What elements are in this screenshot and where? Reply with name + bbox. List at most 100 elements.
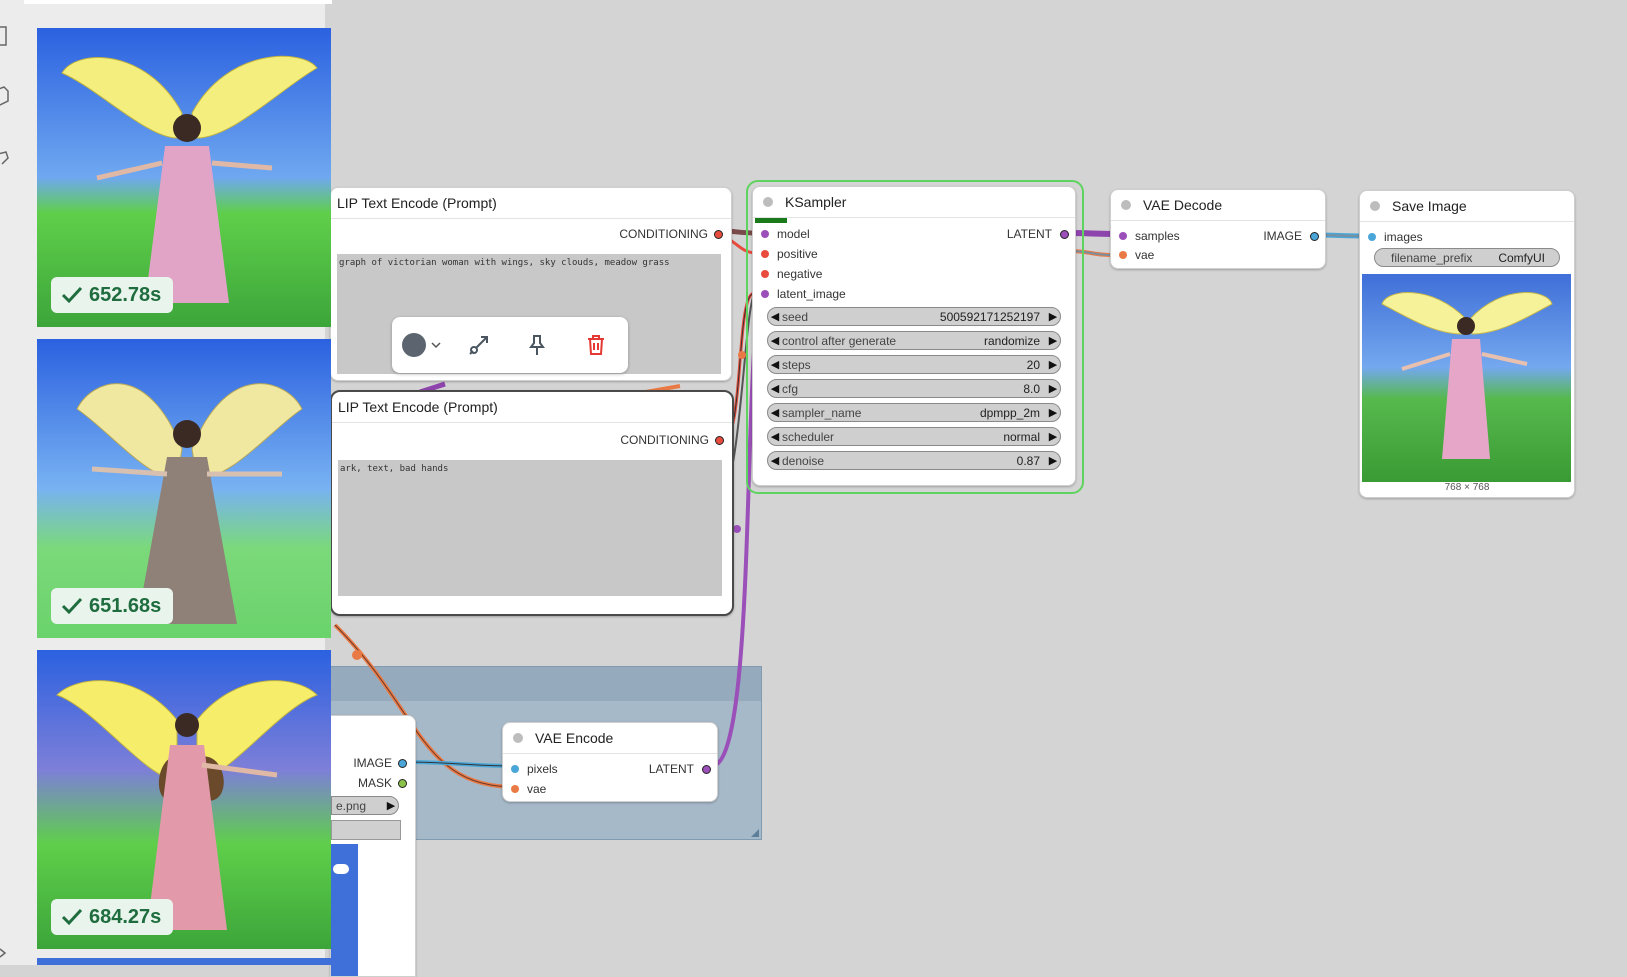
- checkmark-icon: [61, 286, 83, 304]
- steps-widget[interactable]: ◀ steps 20 ▶: [767, 355, 1061, 374]
- positive-input-slot[interactable]: [761, 250, 769, 258]
- color-picker-icon: [402, 333, 426, 357]
- widget-label: scheduler: [782, 429, 835, 444]
- increment-arrow-icon[interactable]: ▶: [1046, 334, 1060, 347]
- conditioning-output-slot[interactable]: [714, 229, 723, 239]
- increment-arrow-icon[interactable]: ▶: [1046, 406, 1060, 419]
- queue-item[interactable]: 652.78s: [37, 28, 331, 327]
- widget-value: ComfyUI: [1498, 250, 1545, 265]
- delete-icon: [588, 335, 604, 355]
- widget-value: 500592171252197: [939, 309, 1040, 324]
- upload-button[interactable]: [331, 820, 401, 840]
- decrement-arrow-icon[interactable]: ◀: [768, 334, 782, 347]
- pin-button[interactable]: [523, 331, 551, 359]
- node-title: Save Image: [1392, 198, 1467, 214]
- pixels-input-slot[interactable]: [511, 765, 519, 773]
- vae-input-slot[interactable]: [511, 785, 519, 793]
- clip-text-encode-negative-node[interactable]: LIP Text Encode (Prompt) CONDITIONING ar…: [330, 390, 734, 616]
- input-image-preview[interactable]: [331, 844, 358, 976]
- widget-value: dpmpp_2m: [979, 405, 1040, 420]
- widget-value: normal: [1003, 429, 1040, 444]
- negative-input-slot[interactable]: [761, 270, 769, 278]
- queue-item[interactable]: 651.68s: [37, 339, 331, 638]
- increment-arrow-icon[interactable]: ▶: [384, 799, 398, 812]
- color-picker-button[interactable]: [400, 331, 444, 359]
- widget-label: control after generate: [782, 333, 897, 348]
- widget-value: 20: [1026, 357, 1040, 372]
- output-image-preview[interactable]: [1362, 274, 1571, 482]
- load-image-node[interactable]: IMAGE MASK e.png ▶: [330, 715, 416, 977]
- latent-output-slot[interactable]: [702, 764, 711, 774]
- queue-item[interactable]: 684.27s: [37, 650, 331, 949]
- decrement-arrow-icon[interactable]: ◀: [768, 454, 782, 467]
- decrement-arrow-icon[interactable]: ◀: [768, 430, 782, 443]
- denoise-widget[interactable]: ◀ denoise 0.87 ▶: [767, 451, 1061, 470]
- completed-badge: 651.68s: [51, 588, 174, 624]
- output-label-latent: LATENT: [1006, 227, 1052, 241]
- scheduler-widget[interactable]: ◀ scheduler normal ▶: [767, 427, 1061, 446]
- cfg-widget[interactable]: ◀ cfg 8.0 ▶: [767, 379, 1061, 398]
- duration-label: 684.27s: [89, 905, 162, 928]
- collapse-icon[interactable]: [0, 945, 10, 959]
- increment-arrow-icon[interactable]: ▶: [1046, 310, 1060, 323]
- node-title: KSampler: [785, 194, 847, 210]
- delete-button[interactable]: [582, 331, 610, 359]
- node-title: LIP Text Encode (Prompt): [338, 399, 498, 415]
- input-label-vae: vae: [527, 782, 547, 796]
- mask-output-slot[interactable]: [398, 778, 407, 788]
- bypass-button[interactable]: [465, 331, 493, 359]
- image-output-slot[interactable]: [398, 758, 407, 768]
- output-label-image: IMAGE: [1263, 229, 1302, 243]
- model-input-slot[interactable]: [761, 230, 769, 238]
- node-title: LIP Text Encode (Prompt): [337, 195, 497, 211]
- node-collapse-dot[interactable]: [763, 197, 773, 207]
- output-label-conditioning: CONDITIONING: [619, 227, 708, 241]
- checkmark-icon: [61, 908, 83, 926]
- output-label-image: IMAGE: [353, 756, 392, 770]
- prompt-textarea[interactable]: ark, text, bad hands: [338, 460, 722, 596]
- latent-output-slot[interactable]: [1060, 229, 1069, 239]
- increment-arrow-icon[interactable]: ▶: [1046, 430, 1060, 443]
- sampler-name-widget[interactable]: ◀ sampler_name dpmpp_2m ▶: [767, 403, 1061, 422]
- queue-sidebar: 652.78s 651.68s 684.27s: [0, 0, 332, 965]
- node-title: VAE Encode: [535, 730, 614, 746]
- output-label-conditioning: CONDITIONING: [620, 433, 709, 447]
- output-label-latent: LATENT: [648, 762, 694, 776]
- increment-arrow-icon[interactable]: ▶: [1046, 454, 1060, 467]
- conditioning-output-slot[interactable]: [715, 435, 724, 445]
- seed-widget[interactable]: ◀ seed 500592171252197 ▶: [767, 307, 1061, 326]
- completed-badge: 652.78s: [51, 277, 174, 313]
- filename-prefix-widget[interactable]: filename_prefix ComfyUI: [1374, 248, 1560, 267]
- vae-input-slot[interactable]: [1119, 251, 1127, 259]
- duration-label: 652.78s: [89, 283, 162, 306]
- model-library-icon[interactable]: [0, 148, 10, 170]
- save-image-node[interactable]: Save Image images filename_prefix ComfyUI…: [1359, 190, 1575, 498]
- queue-icon[interactable]: [0, 26, 10, 48]
- vae-encode-node[interactable]: VAE Encode pixels vae LATENT: [502, 722, 718, 802]
- node-collapse-dot[interactable]: [513, 733, 523, 743]
- widget-value: randomize: [983, 333, 1040, 348]
- chevron-down-icon: [431, 342, 441, 349]
- decrement-arrow-icon[interactable]: ◀: [768, 406, 782, 419]
- control-after-generate-widget[interactable]: ◀ control after generate randomize ▶: [767, 331, 1061, 350]
- images-input-slot[interactable]: [1368, 233, 1376, 241]
- node-library-icon[interactable]: [0, 86, 10, 108]
- decrement-arrow-icon[interactable]: ◀: [768, 358, 782, 371]
- node-title: VAE Decode: [1143, 197, 1223, 213]
- progress-bar: [755, 218, 787, 223]
- input-label-model: model: [777, 227, 810, 241]
- samples-input-slot[interactable]: [1119, 232, 1127, 240]
- latent-image-input-slot[interactable]: [761, 290, 769, 298]
- decrement-arrow-icon[interactable]: ◀: [768, 382, 782, 395]
- image-filename-widget[interactable]: e.png ▶: [331, 796, 399, 815]
- image-output-slot[interactable]: [1310, 231, 1319, 241]
- increment-arrow-icon[interactable]: ▶: [1046, 382, 1060, 395]
- node-selection-toolbar: [392, 317, 628, 373]
- node-collapse-dot[interactable]: [1370, 201, 1380, 211]
- node-collapse-dot[interactable]: [1121, 200, 1131, 210]
- input-label-images: images: [1384, 230, 1423, 244]
- increment-arrow-icon[interactable]: ▶: [1046, 358, 1060, 371]
- decrement-arrow-icon[interactable]: ◀: [768, 310, 782, 323]
- vae-decode-node[interactable]: VAE Decode samples vae IMAGE: [1110, 189, 1326, 269]
- ksampler-node[interactable]: KSampler model positive negative latent_…: [752, 186, 1076, 486]
